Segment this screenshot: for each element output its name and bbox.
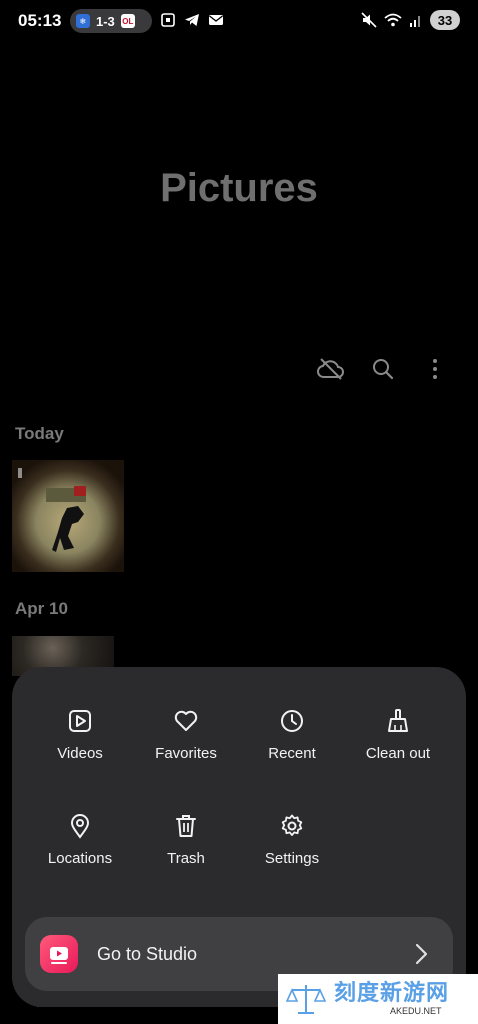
photo-thumbnail[interactable] (12, 460, 124, 572)
more-vertical-icon[interactable] (420, 354, 450, 384)
status-bar: 05:13 ❄ 1-3 OL 33 (0, 0, 478, 42)
menu-item-label: Favorites (155, 745, 217, 762)
watermark-url: AKEDU.NET (390, 1006, 442, 1016)
trash-icon (172, 812, 200, 840)
telegram-icon (185, 14, 199, 26)
screenshot-icon (161, 13, 175, 27)
scale-logo-icon (286, 985, 326, 1014)
menu-item-label: Trash (167, 850, 205, 867)
menu-item-settings[interactable]: Settings (236, 812, 348, 882)
location-pin-icon (66, 812, 94, 840)
menu-item-trash[interactable]: Trash (130, 812, 242, 882)
chevron-right-icon (411, 942, 431, 966)
watermark-text: 刻度新游网 (334, 980, 450, 1005)
broom-icon (384, 707, 412, 735)
menu-item-label: Clean out (365, 745, 431, 762)
studio-icon (40, 935, 78, 973)
menu-item-recent[interactable]: Recent (236, 707, 348, 777)
signal-icon (410, 16, 420, 27)
section-date-today: Today (15, 424, 64, 443)
cloud-off-icon[interactable] (316, 354, 346, 384)
score-text: 1-3 (96, 13, 115, 29)
notification-icons (160, 12, 224, 28)
status-time: 05:13 (18, 11, 62, 30)
clock-icon (278, 707, 306, 735)
top-actions (316, 354, 450, 384)
menu-item-label: Settings (264, 850, 320, 867)
search-icon[interactable] (368, 354, 398, 384)
menu-item-label: Videos (57, 745, 103, 762)
menu-item-favorites[interactable]: Favorites (130, 707, 242, 777)
team-b-logo: OL (120, 14, 135, 28)
watermark: 刻度新游网 AKEDU.NET (278, 974, 478, 1024)
studio-label: Go to Studio (97, 944, 198, 964)
live-score-pill[interactable]: ❄ 1-3 OL (70, 9, 152, 33)
menu-item-locations[interactable]: Locations (24, 812, 136, 882)
mute-icon (361, 12, 377, 28)
menu-item-label: Recent (268, 745, 316, 762)
heart-icon (172, 707, 200, 735)
mail-icon (209, 15, 223, 25)
video-icon (66, 707, 94, 735)
page-title: Pictures (160, 166, 318, 210)
section-date-apr10: Apr 10 (15, 599, 68, 618)
system-icons: 33 (361, 10, 460, 30)
menu-item-clean-out[interactable]: Clean out (342, 707, 454, 777)
wifi-icon (384, 13, 402, 27)
menu-item-label: Locations (47, 850, 113, 867)
gear-icon (278, 812, 306, 840)
battery-indicator: 33 (430, 10, 460, 30)
team-a-logo: ❄ (76, 14, 90, 28)
menu-item-videos[interactable]: Videos (24, 707, 136, 777)
